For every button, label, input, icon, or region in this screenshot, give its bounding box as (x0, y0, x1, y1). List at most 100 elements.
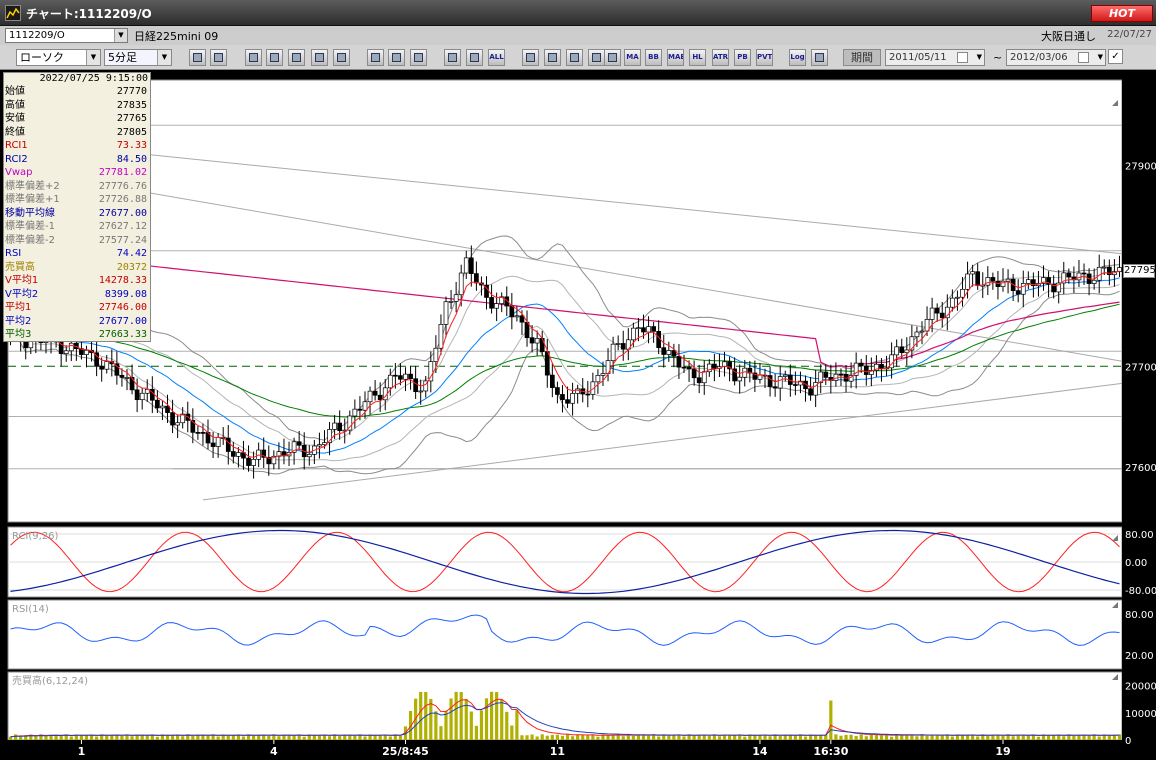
info-row: 売買高 20372 (4, 261, 150, 275)
export-icon[interactable] (811, 49, 828, 66)
volume-bar (1001, 735, 1005, 740)
candle-body (1096, 266, 1102, 281)
interval-select[interactable]: 5分足 ▼ (104, 49, 172, 66)
alert-icon[interactable] (333, 49, 350, 66)
chevron-down-icon[interactable]: ▼ (977, 50, 982, 65)
all-button[interactable]: ALL (488, 49, 505, 66)
time-tick-label: 25/8:45 (382, 745, 429, 758)
ma-button[interactable]: MA (624, 49, 641, 66)
search-tool-icon[interactable] (266, 49, 283, 66)
volume-bar (1052, 735, 1056, 740)
tools-icon[interactable] (544, 49, 561, 66)
marker-right-icon[interactable] (466, 49, 483, 66)
volume-bar (879, 735, 884, 740)
chart-canvas[interactable]: RCI(9,26) RSI(14) 売買高(6,12,24) 27900 27700 27… (0, 71, 1156, 760)
chart-area[interactable]: RCI(9,26) RSI(14) 売買高(6,12,24) 27900 27700 27… (0, 71, 1156, 760)
chart-panel[interactable] (7, 599, 1123, 670)
chevron-down-icon[interactable]: ▼ (1098, 50, 1103, 65)
bb-button[interactable]: BB (645, 49, 662, 66)
candle-body (418, 390, 424, 393)
candle-body (595, 375, 601, 383)
volume-bar (1062, 736, 1066, 740)
chevron-down-icon[interactable]: ▼ (157, 50, 171, 65)
chart-panel[interactable] (7, 79, 1123, 523)
rci-tick: -80.00 (1125, 586, 1156, 597)
volume-bar (388, 736, 392, 740)
volume-bar (900, 735, 904, 740)
volume-bar (373, 735, 377, 740)
candle-body (646, 326, 651, 333)
volume-bar (292, 735, 296, 740)
calendar-icon[interactable] (1078, 52, 1089, 63)
volume-bar (500, 699, 504, 740)
bar-tool-icon[interactable] (288, 49, 305, 66)
calendar-icon[interactable] (957, 52, 968, 63)
mae-button[interactable]: MAE (667, 49, 684, 66)
table-icon[interactable] (604, 49, 621, 66)
candle-body (129, 377, 135, 391)
volume-bar (226, 735, 230, 740)
volume-bar (181, 736, 185, 740)
ohlc-info-panel: 2022/07/25 9:15:00 始値 27770 高値 27835 安値 27765… (3, 72, 151, 342)
candle-body (691, 368, 697, 379)
info-value: 27577.24 (98, 234, 147, 246)
color-icon[interactable] (588, 49, 605, 66)
volume-bar (95, 736, 99, 740)
hl-button[interactable]: HL (689, 49, 706, 66)
candle-body (600, 373, 606, 376)
crosshair-icon[interactable] (210, 49, 227, 66)
log-button[interactable]: Log (789, 49, 806, 66)
candle-body (631, 327, 636, 341)
chart-type-select[interactable]: ローソク ▼ (16, 49, 101, 66)
pen-icon[interactable] (367, 49, 384, 66)
volume-bar (302, 736, 306, 740)
chevron-down-icon[interactable]: ▼ (114, 29, 127, 42)
volume-bar (844, 734, 848, 740)
volume-bar (621, 736, 625, 740)
info-row: V平均2 8399.08 (4, 288, 150, 302)
cursor-icon[interactable] (388, 49, 405, 66)
info-value: 27776.76 (98, 180, 147, 192)
pvt-button[interactable]: PVT (756, 49, 773, 66)
symbol-select[interactable]: 1112209/O ▼ (5, 28, 128, 43)
candle-body (296, 441, 302, 446)
date-to-input[interactable]: 2012/03/06 ▼ (1006, 49, 1106, 66)
apply-check-button[interactable]: ✓ (1108, 49, 1123, 64)
volume-bar (839, 735, 843, 740)
undo-icon[interactable] (410, 49, 427, 66)
chevron-down-icon[interactable]: ▼ (86, 50, 100, 65)
candle-body (838, 373, 844, 376)
volume-bar (540, 734, 544, 740)
stamp-icon[interactable] (566, 49, 583, 66)
volume-bar (768, 736, 772, 740)
volume-bar (165, 735, 170, 740)
pb-button[interactable]: PB (734, 49, 751, 66)
volume-bar (13, 734, 18, 740)
volume-bar (657, 736, 661, 740)
compare-icon[interactable] (311, 49, 328, 66)
volume-bar (859, 734, 863, 740)
zoom-icon[interactable] (189, 49, 206, 66)
candle-body (782, 374, 788, 377)
candle-body (575, 388, 581, 394)
hot-button[interactable]: HOT (1091, 5, 1153, 22)
candle-body (934, 307, 940, 314)
candle-body (823, 371, 829, 378)
candle-body (879, 363, 884, 369)
date-from-input[interactable]: 2011/05/11 ▼ (885, 49, 985, 66)
atr-button[interactable]: ATR (712, 49, 729, 66)
settings-icon[interactable] (522, 49, 539, 66)
volume-bar (419, 691, 423, 740)
candle-body (139, 392, 145, 401)
marker-left-icon[interactable] (444, 49, 461, 66)
volume-bar (743, 736, 747, 740)
volume-bar (672, 735, 676, 740)
candle-body (453, 294, 459, 302)
date-from-value: 2011/05/11 (889, 52, 947, 63)
volume-bar (515, 710, 519, 740)
date-separator: ~ (993, 51, 1003, 64)
candle-body (701, 371, 707, 384)
candle-tool-icon[interactable] (245, 49, 262, 66)
window-titlebar: チャート:1112209/O HOT (0, 0, 1156, 26)
period-button[interactable]: 期間 (843, 49, 881, 66)
